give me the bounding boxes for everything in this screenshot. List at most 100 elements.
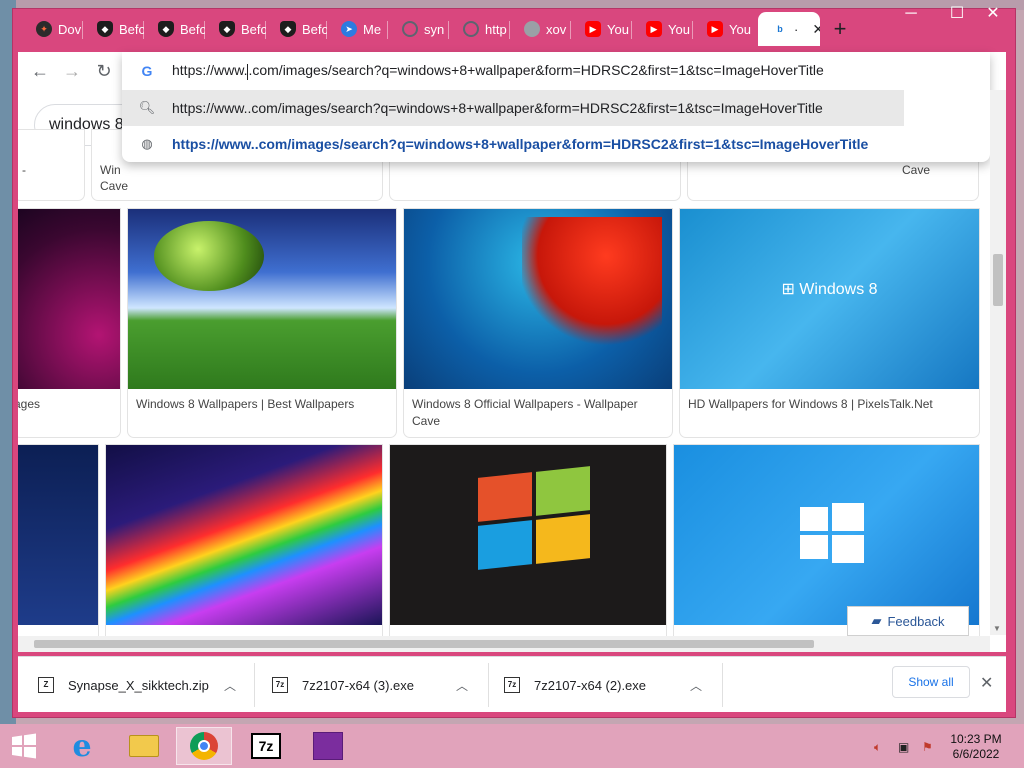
tab-label: Befo bbox=[302, 21, 327, 37]
image-thumbnail bbox=[404, 209, 672, 389]
bing-images-page: windows 8 - WinCave Cave ages Windows 8 … bbox=[18, 90, 1006, 652]
youtube-icon: ▶ bbox=[585, 21, 601, 37]
forward-button[interactable]: → bbox=[58, 57, 86, 85]
globe-icon bbox=[402, 21, 418, 37]
chevron-up-icon[interactable]: ︿ bbox=[224, 677, 236, 694]
image-card[interactable]: Windows 8 Official Wallpapers - Wallpape… bbox=[404, 209, 672, 437]
tab-9[interactable]: xov bbox=[510, 12, 571, 46]
tab-8[interactable]: http bbox=[449, 12, 510, 46]
image-card[interactable]: ages bbox=[18, 209, 120, 437]
new-tab-button[interactable]: + bbox=[826, 16, 854, 44]
image-caption: - bbox=[22, 163, 26, 177]
youtube-icon: ▶ bbox=[646, 21, 662, 37]
search-icon: 🔍︎ bbox=[138, 100, 156, 115]
tab-4[interactable]: ◆ Befo bbox=[205, 12, 266, 46]
close-tab-icon[interactable]: ✕ bbox=[812, 21, 820, 38]
suggestion-url-text: https://www..com/images/search?q=windows… bbox=[172, 136, 869, 152]
image-caption: Cave bbox=[100, 179, 129, 193]
omnibox-dropdown: G https://www..com/images/search?q=windo… bbox=[122, 52, 990, 162]
horizontal-scrollbar[interactable] bbox=[18, 636, 990, 652]
vertical-scrollbar[interactable]: ▼ bbox=[990, 90, 1006, 635]
show-all-downloads-button[interactable]: Show all bbox=[892, 666, 970, 698]
image-thumbnail bbox=[18, 445, 98, 625]
network-icon[interactable]: ▣ bbox=[898, 740, 909, 754]
horizontal-scroll-thumb[interactable] bbox=[34, 640, 814, 648]
tab-12[interactable]: ▶ You bbox=[693, 12, 754, 46]
windows-logo-icon: ⊞ Windows 8 bbox=[781, 281, 878, 298]
tab-label: You bbox=[729, 21, 751, 37]
onenote-icon[interactable] bbox=[300, 727, 356, 765]
image-card[interactable] bbox=[390, 445, 666, 645]
downloads-shelf: Z Synapse_X_sikktech.zip ︿ 7z 7z2107-x64… bbox=[18, 656, 1006, 712]
chevron-up-icon[interactable]: ︿ bbox=[690, 677, 702, 694]
tab-strip: ✦ Dov ◆ Befo ◆ Befo ◆ Befo ◆ Befo ➤ Me syn htt… bbox=[8, 5, 1004, 50]
image-caption: HD Wallpapers for Windows 8 | PixelsTalk… bbox=[688, 397, 933, 411]
7zip-icon[interactable]: 7z bbox=[238, 727, 294, 765]
address-bar[interactable]: G https://www..com/images/search?q=windo… bbox=[122, 52, 990, 90]
tab-2[interactable]: ◆ Befo bbox=[83, 12, 144, 46]
tab-3[interactable]: ◆ Befo bbox=[144, 12, 205, 46]
file-explorer-icon[interactable] bbox=[116, 727, 172, 765]
tab-label: Me bbox=[363, 21, 382, 37]
shield-icon: ◆ bbox=[97, 21, 113, 37]
shield-icon: ◆ bbox=[280, 21, 296, 37]
close-window-button[interactable]: ✕ bbox=[970, 0, 1016, 28]
tab-label: xov bbox=[546, 21, 567, 37]
omnibox-suggestion-url[interactable]: ◍ https://www..com/images/search?q=windo… bbox=[122, 126, 904, 162]
feedback-button[interactable]: ▰ Feedback bbox=[847, 606, 969, 636]
shield-icon: ◆ bbox=[158, 21, 174, 37]
windows-start-icon bbox=[12, 733, 36, 759]
image-card[interactable]: Windows 8 Wallpapers | Best Wallpapers bbox=[128, 209, 396, 437]
chat-bubble-icon: ▰ bbox=[871, 613, 882, 628]
download-item[interactable]: 7z 7z2107-x64 (2).exe bbox=[504, 657, 704, 713]
tab-label: syn bbox=[424, 21, 445, 37]
scroll-down-arrow-icon[interactable]: ▼ bbox=[993, 624, 1001, 633]
download-filename: 7z2107-x64 (3).exe bbox=[302, 677, 415, 693]
7zip-file-icon: 7z bbox=[504, 677, 520, 693]
tab-7[interactable]: syn bbox=[388, 12, 449, 46]
shield-icon: ◆ bbox=[219, 21, 235, 37]
clock-date: 6/6/2022 bbox=[952, 747, 1000, 761]
image-caption: Win bbox=[100, 163, 121, 177]
internet-explorer-icon[interactable]: e bbox=[54, 727, 110, 765]
image-thumbnail bbox=[106, 445, 382, 625]
image-card[interactable] bbox=[106, 445, 382, 645]
tab-6[interactable]: ➤ Me bbox=[327, 12, 388, 46]
system-clock[interactable]: 10:23 PM 6/6/2022 bbox=[944, 732, 1008, 762]
tab-5[interactable]: ◆ Befo bbox=[266, 12, 327, 46]
start-button[interactable] bbox=[0, 727, 48, 765]
tab-active-bing[interactable]: b · ✕ bbox=[758, 12, 820, 46]
image-thumbnail bbox=[674, 445, 979, 625]
image-card[interactable]: - bbox=[18, 130, 84, 200]
download-item[interactable]: 7z 7z2107-x64 (3).exe bbox=[272, 657, 472, 713]
globe-icon bbox=[463, 21, 479, 37]
chevron-up-icon[interactable]: ︿ bbox=[456, 677, 468, 694]
omnibox-suggestion-search[interactable]: 🔍︎ https://www..com/images/search?q=wind… bbox=[122, 90, 904, 126]
image-thumbnail bbox=[18, 209, 120, 389]
address-input-text[interactable]: https://www..com/images/search?q=windows… bbox=[172, 62, 824, 80]
back-button[interactable]: ← bbox=[26, 57, 54, 85]
image-thumbnail: ⊞ Windows 8 bbox=[680, 209, 979, 389]
tab-10[interactable]: ▶ You bbox=[571, 12, 632, 46]
chrome-icon[interactable] bbox=[176, 727, 232, 765]
suggestion-text: https://www..com/images/search?q=windows… bbox=[172, 100, 823, 116]
image-card[interactable] bbox=[18, 445, 98, 645]
minimize-button[interactable]: ─ bbox=[888, 0, 934, 28]
action-center-flag-icon[interactable]: ⚑ bbox=[922, 740, 933, 754]
download-item[interactable]: Z Synapse_X_sikktech.zip bbox=[38, 657, 248, 713]
tab-label: Befo bbox=[180, 21, 205, 37]
swirl-icon: ✦ bbox=[36, 21, 52, 37]
loading-icon bbox=[524, 21, 540, 37]
tab-1[interactable]: ✦ Dov bbox=[22, 12, 83, 46]
close-downloads-icon[interactable]: ✕ bbox=[980, 673, 993, 693]
image-caption: Windows 8 Wallpapers | Best Wallpapers bbox=[136, 397, 355, 411]
vertical-scroll-thumb[interactable] bbox=[993, 254, 1003, 306]
reload-button[interactable]: ↻ bbox=[90, 57, 118, 85]
bing-icon: b bbox=[777, 24, 783, 34]
google-g-icon: G bbox=[141, 63, 153, 79]
tab-11[interactable]: ▶ You bbox=[632, 12, 693, 46]
tab-label: Befo bbox=[241, 21, 266, 37]
tab-label: Befo bbox=[119, 21, 144, 37]
image-card[interactable]: ⊞ Windows 8 HD Wallpapers for Windows 8 … bbox=[680, 209, 979, 437]
volume-muted-icon[interactable]: 🔈︎ bbox=[874, 740, 881, 755]
